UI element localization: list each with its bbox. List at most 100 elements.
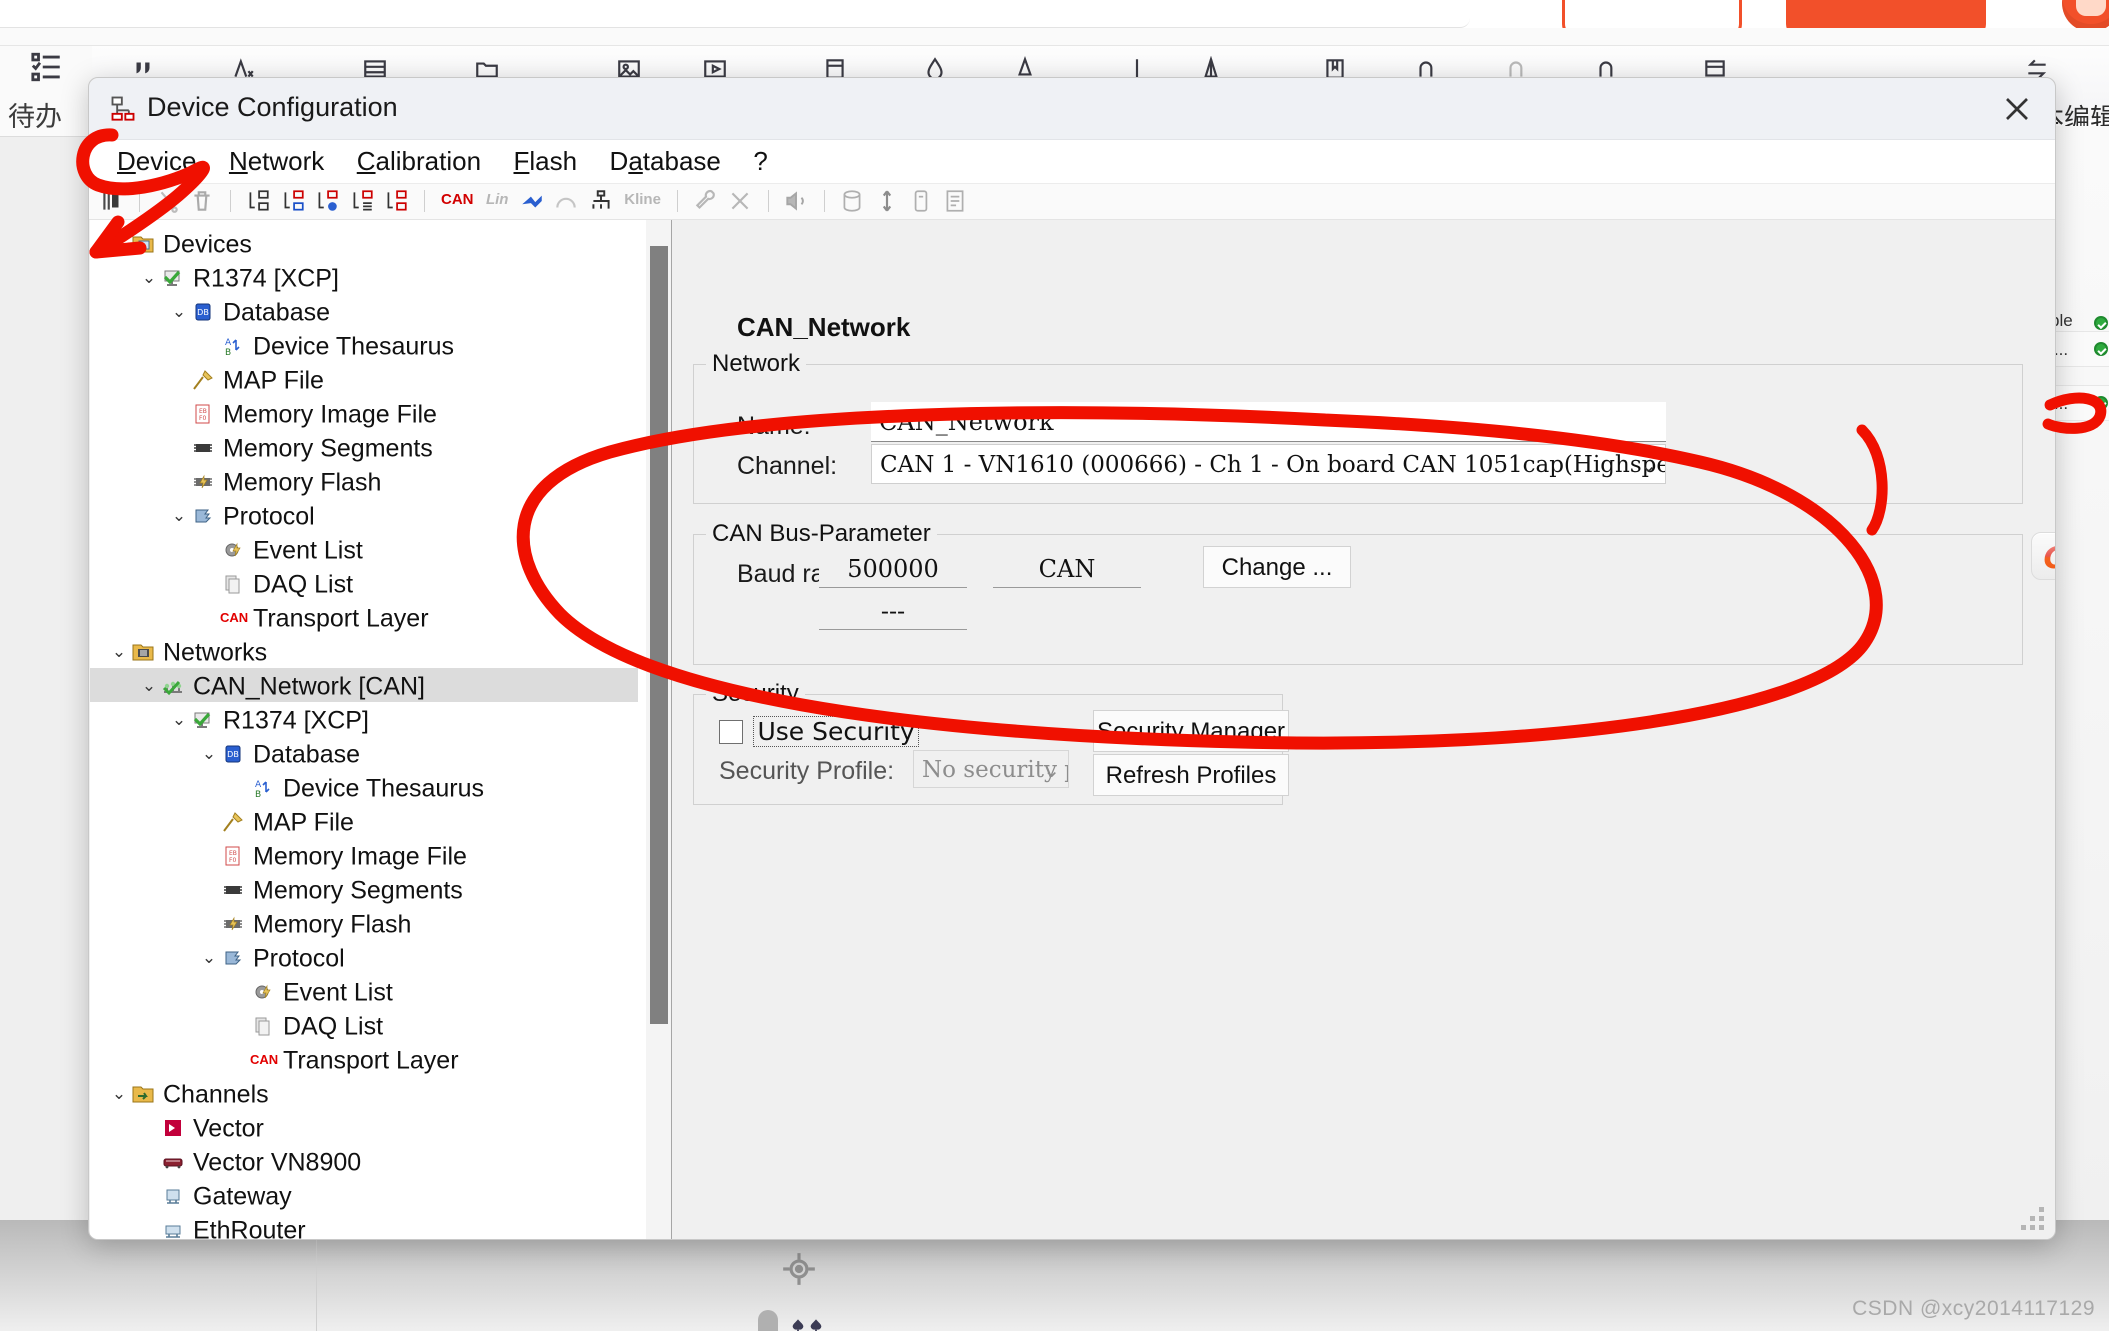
tree-item-r1374-xcp[interactable]: ⌄ R1374 [XCP] [90, 702, 638, 736]
most-icon[interactable] [553, 188, 579, 214]
tree-item-channels[interactable]: ⌄ Channels [90, 1076, 638, 1110]
tree-item-daq-list[interactable]: ⌄DAQ List [90, 566, 638, 600]
tree-item-memory-flash[interactable]: ⌄Memory Flash [90, 464, 638, 498]
database-icon: DB [220, 742, 246, 766]
tree-item-event-list[interactable]: ⌄Event List [90, 532, 638, 566]
tree-item-memory-segments[interactable]: ⌄Memory Segments [90, 430, 638, 464]
chevron-down-icon[interactable]: ⌄ [108, 1077, 130, 1111]
device-tree[interactable]: ⌄Devices⌄R1374 [XCP]⌄DBDatabase⌄ABDevice… [90, 226, 638, 1240]
device-tree-panel[interactable]: ⌄Devices⌄R1374 [XCP]⌄DBDatabase⌄ABDevice… [90, 220, 672, 1240]
close-icon[interactable] [1995, 89, 2039, 129]
can-logo-text: CAN [2032, 533, 2056, 581]
tree-item-vector[interactable]: ⌄Vector [90, 1110, 638, 1144]
lin-icon[interactable]: Lin [486, 191, 509, 208]
fd-baud-rate-value: --- [819, 592, 967, 630]
chevron-down-icon[interactable]: ⌄ [168, 295, 190, 329]
menu-database[interactable]: Database [596, 140, 735, 177]
report-icon[interactable] [942, 188, 968, 214]
change-button[interactable]: Change ... [1203, 546, 1351, 588]
transfer-icon[interactable] [874, 188, 900, 214]
chevron-down-icon[interactable]: ⌄ [108, 635, 130, 669]
tree-item-label: EthRouter [193, 1216, 306, 1240]
chevron-down-icon[interactable]: ⌄ [198, 941, 220, 975]
tree-item-device-thesaurus[interactable]: ⌄ABDevice Thesaurus [90, 328, 638, 362]
chevron-down-icon[interactable]: ⌄ [168, 703, 190, 737]
tree-scrollbar-thumb[interactable] [650, 246, 668, 1024]
tree-item-gateway[interactable]: ⌄Gateway [90, 1178, 638, 1212]
tree-item-label: Vector [193, 1114, 264, 1143]
menu-flash[interactable]: Flash [500, 140, 592, 177]
resize-grip[interactable] [2021, 1207, 2045, 1231]
flexray-icon[interactable] [519, 188, 545, 214]
cut-icon[interactable] [155, 188, 181, 214]
tree-item-event-list[interactable]: ⌄Event List [90, 974, 638, 1008]
tree-item-database[interactable]: ⌄ DB Database [90, 294, 638, 328]
tree-item-daq-list[interactable]: ⌄DAQ List [90, 1008, 638, 1042]
menu-network[interactable]: Network [215, 140, 338, 177]
tree-item-device-thesaurus[interactable]: ⌄ABDevice Thesaurus [90, 770, 638, 804]
svg-text:EB: EB [229, 850, 237, 857]
tree-item-devices[interactable]: ⌄ Devices [90, 226, 638, 260]
database-icon[interactable] [839, 188, 865, 214]
tree-item-map-file[interactable]: ⌄MAP File [90, 804, 638, 838]
tree-item-label: Event List [283, 978, 393, 1007]
parameter-icon[interactable] [908, 188, 934, 214]
chevron-down-icon[interactable]: ⌄ [138, 669, 160, 703]
target-icon[interactable] [780, 1250, 818, 1288]
tree-item-memory-image-file[interactable]: ⌄EBF0Memory Image File [90, 838, 638, 872]
tree-item-protocol[interactable]: ⌄ Protocol [90, 498, 638, 532]
add-channel-icon[interactable] [383, 188, 409, 214]
add-device-icon[interactable] [245, 188, 271, 214]
tree-item-transport-layer[interactable]: ⌄CANTransport Layer [90, 1042, 638, 1076]
tree-item-memory-segments[interactable]: ⌄Memory Segments [90, 872, 638, 906]
dialog-body: ⌄Devices⌄R1374 [XCP]⌄DBDatabase⌄ABDevice… [89, 220, 2056, 1240]
tree-scrollbar[interactable] [646, 220, 671, 1239]
tree-item-memory-flash[interactable]: ⌄Memory Flash [90, 906, 638, 940]
avatar-face [2076, 0, 2106, 16]
ethrouter-icon [160, 1218, 186, 1239]
security-manager-button[interactable]: Security Manager [1093, 710, 1289, 752]
tree-item-label: Database [223, 298, 331, 327]
wrench-icon[interactable] [693, 188, 719, 214]
channel-select[interactable]: CAN 1 - VN1610 (000666) - Ch 1 - On boar… [871, 444, 1666, 484]
name-input[interactable] [871, 402, 1666, 442]
tree-item-can-network-can[interactable]: ⌄ CAN_Network [CAN] [90, 668, 638, 702]
tree-item-label: Memory Flash [253, 910, 412, 939]
add-node-icon[interactable] [314, 188, 340, 214]
can-icon[interactable]: CAN [441, 191, 474, 208]
tree-item-vector-vn8900[interactable]: ⌄Vector VN8900 [90, 1144, 638, 1178]
svg-text:DB: DB [227, 750, 239, 759]
tree-item-map-file[interactable]: ⌄MAP File [90, 362, 638, 396]
checklist-icon[interactable] [30, 50, 64, 84]
signal-icon[interactable] [783, 188, 809, 214]
use-security-checkbox-box[interactable] [719, 719, 743, 744]
chevron-down-icon[interactable]: ⌄ [198, 737, 220, 771]
menu-calibration[interactable]: Calibration [343, 140, 495, 177]
tree-item-r1374-xcp[interactable]: ⌄ R1374 [XCP] [90, 260, 638, 294]
kline-icon[interactable]: Kline [624, 191, 661, 208]
menu-help[interactable]: ? [739, 140, 781, 177]
tree-item-transport-layer[interactable]: ⌄CANTransport Layer [90, 600, 638, 634]
disconnect-icon[interactable] [727, 188, 753, 214]
tree-item-database[interactable]: ⌄ DB Database [90, 736, 638, 770]
add-network-icon[interactable] [280, 188, 306, 214]
tree-item-protocol[interactable]: ⌄ Protocol [90, 940, 638, 974]
chevron-down-icon[interactable]: ⌄ [168, 499, 190, 533]
chevron-down-icon[interactable]: ⌄ [138, 261, 160, 295]
dialog-titlebar[interactable]: Device Configuration [89, 78, 2055, 140]
menu-device[interactable]: Device [103, 140, 210, 177]
properties-icon[interactable] [99, 188, 125, 214]
use-security-checkbox[interactable]: Use Security [719, 716, 919, 747]
add-group-icon[interactable] [349, 188, 375, 214]
tree-item-networks[interactable]: ⌄ Networks [90, 634, 638, 668]
ethernet-icon[interactable] [588, 188, 614, 214]
memory-image-icon: EB F0 [190, 402, 216, 426]
tree-item-ethrouter[interactable]: ⌄EthRouter [90, 1212, 638, 1240]
refresh-profiles-button[interactable]: Refresh Profiles [1093, 754, 1289, 796]
networks-folder-icon [130, 640, 156, 664]
tree-item-memory-image-file[interactable]: ⌄EBF0Memory Image File [90, 396, 638, 430]
chevron-down-icon[interactable]: ⌄ [108, 227, 130, 261]
security-profile-select[interactable]: No security pr ⌄ [913, 750, 1069, 788]
svg-text:F0: F0 [229, 857, 236, 864]
delete-icon[interactable] [189, 188, 215, 214]
